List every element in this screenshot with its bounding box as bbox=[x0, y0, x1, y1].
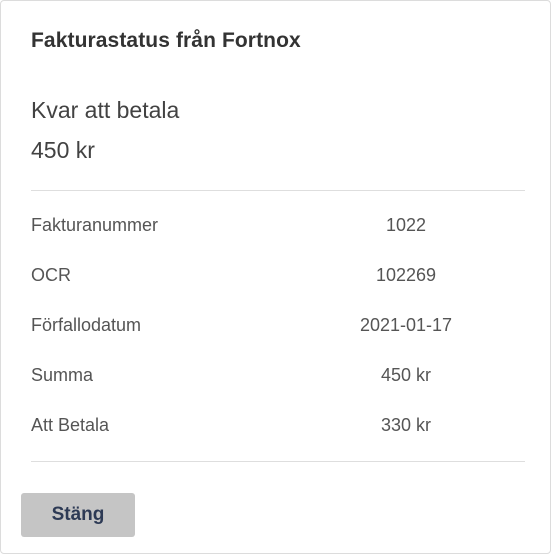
detail-label: Att Betala bbox=[31, 415, 110, 435]
remaining-to-pay-label: Kvar att betala bbox=[31, 97, 180, 123]
detail-label: Summa bbox=[31, 365, 94, 385]
detail-row-due-date: Förfallodatum 2021-01-17 bbox=[31, 301, 525, 351]
detail-value: 1022 bbox=[385, 215, 427, 235]
detail-value: 330 kr bbox=[380, 415, 432, 435]
detail-row-amount-to-pay: Att Betala 330 kr bbox=[31, 401, 525, 451]
detail-value: 2021-01-17 bbox=[359, 315, 453, 335]
remaining-to-pay-value: 450 kr bbox=[31, 137, 95, 163]
detail-label: Förfallodatum bbox=[31, 315, 142, 335]
detail-value: 102269 bbox=[375, 265, 437, 285]
dialog-title: Fakturastatus från Fortnox bbox=[31, 29, 301, 52]
detail-row-total: Summa 450 kr bbox=[31, 351, 525, 401]
invoice-details-list: Fakturanummer 1022 OCR 102269 Förfalloda… bbox=[31, 201, 525, 451]
detail-label: Fakturanummer bbox=[31, 215, 159, 235]
detail-row-invoice-number: Fakturanummer 1022 bbox=[31, 201, 525, 251]
detail-value: 450 kr bbox=[380, 365, 432, 385]
detail-row-ocr: OCR 102269 bbox=[31, 251, 525, 301]
divider bbox=[31, 461, 525, 462]
invoice-status-dialog: Fakturastatus från Fortnox Kvar att beta… bbox=[0, 0, 551, 554]
close-button[interactable]: Stäng bbox=[21, 493, 135, 537]
detail-label: OCR bbox=[31, 265, 71, 285]
divider bbox=[31, 190, 525, 191]
